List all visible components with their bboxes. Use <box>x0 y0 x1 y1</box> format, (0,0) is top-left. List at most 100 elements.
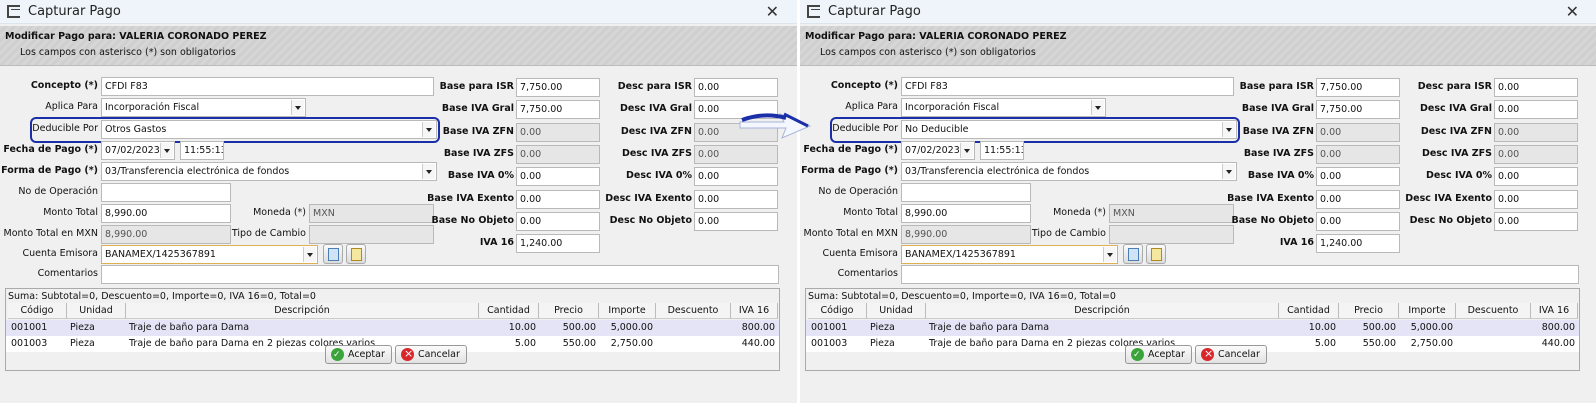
column-header[interactable]: Cantidad <box>479 303 539 319</box>
cancel-button[interactable]: Cancelar <box>395 345 467 364</box>
title-bar: Capturar Pago ✕ <box>0 0 797 24</box>
transition-arrow-icon <box>739 112 812 139</box>
desc-input[interactable]: 0.00 <box>1494 100 1578 120</box>
forma-pago-select[interactable]: 03/Transferencia electrónica de fondos <box>901 162 1237 181</box>
column-header[interactable]: Descuento <box>1456 303 1531 319</box>
accept-button[interactable]: Aceptar <box>1125 345 1192 364</box>
label-moneda: Moneda (*) <box>253 207 306 218</box>
table-row[interactable]: 001001 Pieza Traje de baño para Dama 10.00 5… <box>6 320 779 336</box>
close-icon[interactable]: ✕ <box>766 2 779 21</box>
no-operacion-input[interactable] <box>101 183 231 202</box>
table-row[interactable]: 001003 Pieza Traje de baño para Dama en 2 … <box>806 336 1579 352</box>
column-header[interactable]: Precio <box>539 303 599 319</box>
new-account-button[interactable] <box>323 244 343 264</box>
base-label: Base IVA Exento <box>1227 192 1314 204</box>
fecha-input[interactable]: 07/02/2023 <box>101 141 175 160</box>
hora-input[interactable]: 11:55:13 <box>180 141 224 160</box>
desc-input[interactable]: 0.00 <box>694 167 778 187</box>
capturar-pago-dialog: Capturar Pago ✕ Modificar Pago para: VALER… <box>0 0 797 403</box>
deducible-por-select[interactable]: Otros Gastos <box>101 120 437 139</box>
new-account-button[interactable] <box>1123 244 1143 264</box>
hora-input[interactable]: 11:55:13 <box>980 141 1024 160</box>
column-header[interactable]: Unidad <box>67 303 126 319</box>
chevron-down-icon[interactable] <box>1222 122 1235 137</box>
base-input[interactable]: 7,750.00 <box>516 100 600 120</box>
desc-input[interactable]: 0.00 <box>1494 167 1578 187</box>
products-table[interactable]: Suma: Subtotal=0, Descuento=0, Importe=0… <box>805 288 1580 371</box>
desc-input[interactable]: 0.00 <box>1494 78 1578 97</box>
base-input[interactable]: 0.00 <box>516 189 600 209</box>
column-header[interactable]: Importe <box>599 303 656 319</box>
window-app-icon <box>807 5 820 18</box>
column-header[interactable]: Código <box>808 303 867 319</box>
column-header[interactable]: Cantidad <box>1279 303 1339 319</box>
close-icon[interactable]: ✕ <box>1566 2 1579 21</box>
comentarios-input[interactable] <box>101 265 779 284</box>
chevron-down-icon[interactable] <box>422 122 435 137</box>
concepto-input[interactable]: CFDI F83 <box>901 77 1234 96</box>
table-row[interactable]: 001001 Pieza Traje de baño para Dama 10.00 5… <box>806 320 1579 336</box>
desc-input[interactable]: 0.00 <box>1494 211 1578 231</box>
column-header[interactable]: Importe <box>1399 303 1456 319</box>
fecha-input[interactable]: 07/02/2023 <box>901 141 975 160</box>
no-operacion-input[interactable] <box>901 183 1031 202</box>
monto-total-input[interactable]: 8,990.00 <box>101 204 231 223</box>
chevron-down-icon[interactable] <box>422 164 435 179</box>
column-header[interactable]: Descripción <box>926 303 1279 319</box>
base-input-value: 1,240.00 <box>520 238 563 250</box>
desc-input[interactable]: 0.00 <box>1494 189 1578 209</box>
chevron-down-icon[interactable] <box>1091 100 1104 115</box>
aplica-para-select[interactable]: Incorporación Fiscal <box>101 98 306 117</box>
column-header[interactable]: Precio <box>1339 303 1399 319</box>
accept-label: Aceptar <box>348 349 385 360</box>
base-input[interactable]: 0.00 <box>516 167 600 187</box>
chevron-down-icon[interactable] <box>160 143 173 158</box>
desc-input-value: 0.00 <box>1498 82 1520 93</box>
cuenta-emisora-select[interactable]: BANAMEX/1425367891 <box>901 245 1118 264</box>
column-header[interactable]: Unidad <box>867 303 926 319</box>
desc-input[interactable]: 0.00 <box>694 211 778 231</box>
concepto-input[interactable]: CFDI F83 <box>101 77 434 96</box>
label-comentarios: Comentarios <box>37 268 98 279</box>
deducible-por-select[interactable]: No Deducible <box>901 120 1237 139</box>
check-icon <box>331 347 344 364</box>
table-row[interactable]: 001003 Pieza Traje de baño para Dama en 2 … <box>6 336 779 352</box>
base-input[interactable]: 1,240.00 <box>516 234 600 254</box>
base-input[interactable]: 7,750.00 <box>1316 78 1400 97</box>
base-input[interactable]: 0.00 <box>1316 211 1400 231</box>
edit-account-button[interactable] <box>1146 244 1166 264</box>
column-header[interactable]: IVA 16 <box>731 303 778 319</box>
column-header[interactable]: Descuento <box>656 303 731 319</box>
cancel-button[interactable]: Cancelar <box>1195 345 1267 364</box>
accept-button[interactable]: Aceptar <box>325 345 392 364</box>
base-input-value: 0.00 <box>520 193 542 205</box>
cuenta-emisora-select[interactable]: BANAMEX/1425367891 <box>101 245 318 264</box>
base-input[interactable]: 0.00 <box>516 211 600 231</box>
base-input[interactable]: 0.00 <box>1316 167 1400 187</box>
column-header[interactable]: Código <box>8 303 67 319</box>
products-table[interactable]: Suma: Subtotal=0, Descuento=0, Importe=0… <box>5 288 780 371</box>
base-input[interactable]: 7,750.00 <box>516 78 600 97</box>
edit-account-button[interactable] <box>346 244 366 264</box>
base-input[interactable]: 0.00 <box>1316 189 1400 209</box>
base-input[interactable]: 7,750.00 <box>1316 100 1400 120</box>
label-fecha_pago: Fecha de Pago (*) <box>3 144 98 155</box>
chevron-down-icon[interactable] <box>303 247 316 262</box>
chevron-down-icon[interactable] <box>1222 164 1235 179</box>
forma-pago-select[interactable]: 03/Transferencia electrónica de fondos <box>101 162 437 181</box>
desc-input[interactable]: 0.00 <box>694 78 778 97</box>
table-cell: 5.00 <box>1314 338 1336 349</box>
column-header[interactable]: Descripción <box>126 303 479 319</box>
table-cell: 001003 <box>11 338 48 349</box>
base-input[interactable]: 1,240.00 <box>1316 234 1400 254</box>
monto-total-input[interactable]: 8,990.00 <box>901 204 1031 223</box>
aplica-para-select[interactable]: Incorporación Fiscal <box>901 98 1106 117</box>
chevron-down-icon[interactable] <box>291 100 304 115</box>
column-header[interactable]: IVA 16 <box>1531 303 1578 319</box>
forma-pago-select-value: 03/Transferencia electrónica de fondos <box>105 166 290 177</box>
desc-input[interactable]: 0.00 <box>694 189 778 209</box>
comentarios-input[interactable] <box>901 265 1579 284</box>
chevron-down-icon[interactable] <box>960 143 973 158</box>
chevron-down-icon[interactable] <box>1103 247 1116 262</box>
table-cell: 2,750.00 <box>610 338 653 349</box>
